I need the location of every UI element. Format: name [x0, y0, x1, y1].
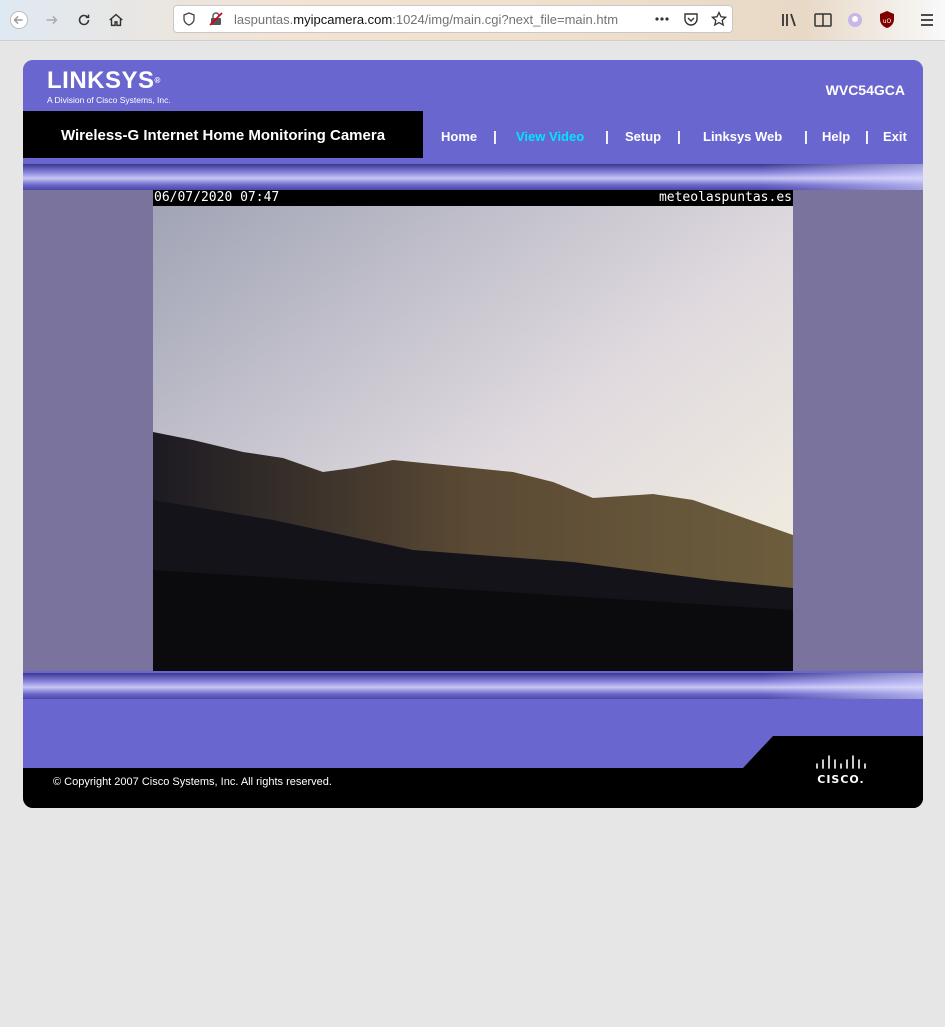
- pocket-icon[interactable]: [683, 11, 699, 27]
- video-area: 06/07/2020 07:47 meteolaspuntas.es: [23, 190, 923, 671]
- page-header: LINKSYS® A Division of Cisco Systems, In…: [23, 60, 923, 111]
- back-icon[interactable]: [5, 6, 33, 34]
- linksys-logo: LINKSYS® A Division of Cisco Systems, In…: [47, 67, 171, 106]
- url-bar[interactable]: laspuntas.myipcamera.com:1024/img/main.c…: [173, 5, 733, 33]
- video-stream[interactable]: 06/07/2020 07:47 meteolaspuntas.es: [153, 190, 793, 671]
- ublock-icon[interactable]: uO: [877, 6, 897, 34]
- model-name: WVC54GCA: [825, 82, 905, 98]
- menu-separator: |: [493, 128, 497, 144]
- menu-help[interactable]: Help: [822, 129, 850, 144]
- url-text[interactable]: laspuntas.myipcamera.com:1024/img/main.c…: [234, 12, 618, 27]
- shield-icon[interactable]: [181, 11, 197, 27]
- menu-separator: |: [605, 128, 609, 144]
- browser-toolbar: laspuntas.myipcamera.com:1024/img/main.c…: [0, 0, 945, 41]
- menu-exit[interactable]: Exit: [883, 129, 907, 144]
- title-row: Wireless-G Internet Home Monitoring Came…: [23, 111, 923, 158]
- decorative-band-bottom: [23, 673, 923, 699]
- cisco-wordmark: CISCO.: [817, 773, 864, 786]
- video-watermark: meteolaspuntas.es: [658, 190, 792, 205]
- svg-text:uO: uO: [883, 18, 892, 25]
- star-icon[interactable]: [711, 11, 727, 27]
- extension-icon[interactable]: [845, 6, 865, 34]
- reader-icon[interactable]: [813, 6, 833, 34]
- more-icon[interactable]: [654, 11, 670, 27]
- decorative-band-top: [23, 164, 923, 190]
- menu-home[interactable]: Home: [441, 129, 477, 144]
- forward-icon[interactable]: [38, 6, 66, 34]
- menu-linksys-web[interactable]: Linksys Web: [703, 129, 782, 144]
- menu-icon[interactable]: [917, 6, 937, 34]
- camera-page: LINKSYS® A Division of Cisco Systems, In…: [23, 60, 923, 808]
- insecure-lock-icon[interactable]: [208, 11, 224, 27]
- reload-icon[interactable]: [70, 6, 98, 34]
- title-panel: Wireless-G Internet Home Monitoring Came…: [23, 111, 423, 158]
- menu-view-video[interactable]: View Video: [516, 129, 584, 144]
- menu-separator: |: [804, 128, 808, 144]
- menu-separator: |: [677, 128, 681, 144]
- library-icon[interactable]: [780, 6, 800, 34]
- main-menu: Home | View Video | Setup | Linksys Web …: [423, 111, 923, 158]
- home-icon[interactable]: [102, 6, 130, 34]
- copyright-text: © Copyright 2007 Cisco Systems, Inc. All…: [53, 776, 332, 788]
- menu-separator: |: [865, 128, 869, 144]
- cisco-logo: CISCO.: [816, 755, 866, 786]
- video-timestamp: 06/07/2020 07:47: [154, 190, 280, 205]
- page-title: Wireless-G Internet Home Monitoring Came…: [60, 127, 386, 144]
- menu-setup[interactable]: Setup: [625, 129, 661, 144]
